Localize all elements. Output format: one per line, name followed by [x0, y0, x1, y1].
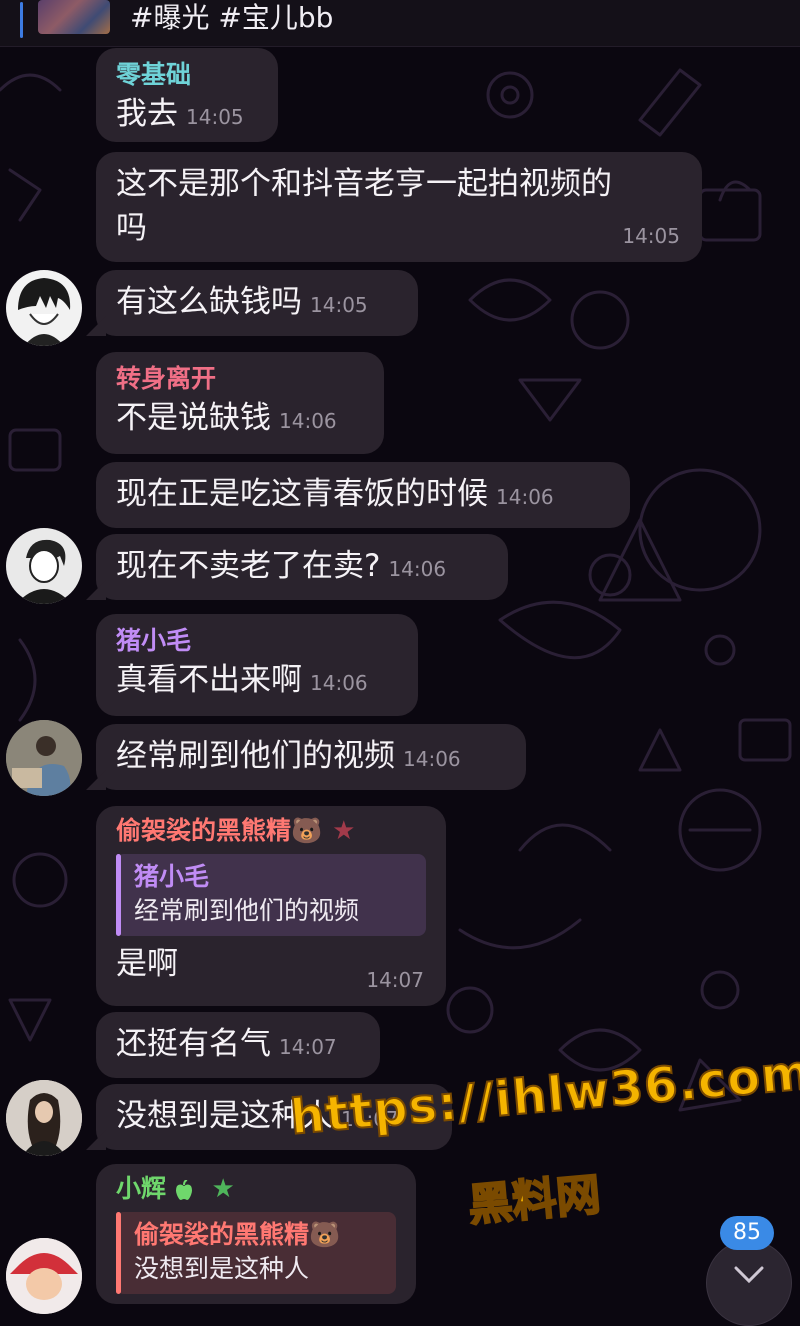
- star-badge-icon: ★: [332, 816, 356, 846]
- message-bubble[interactable]: 猪小毛 真看不出来啊 14:06: [96, 614, 418, 716]
- message-time: 14:06: [279, 409, 337, 433]
- message-bubble[interactable]: 零基础 我去 14:05: [96, 48, 278, 142]
- sender-name[interactable]: 零基础: [116, 58, 258, 92]
- sketch-portrait-avatar-icon: [16, 539, 72, 604]
- anime-boy-avatar-icon: [18, 278, 71, 346]
- message-bubble[interactable]: 现在不卖老了在卖? 14:06: [96, 534, 508, 600]
- message-bubble[interactable]: 转身离开 不是说缺钱 14:06: [96, 352, 384, 454]
- watermark: https://ihlw36.com 黑料网: [287, 1043, 800, 1240]
- message-time: 14:06: [496, 485, 554, 509]
- message-text-line2: 吗: [116, 210, 147, 246]
- message-text-line1: 这不是那个和抖音老亨一起拍视频的: [116, 166, 612, 202]
- message-text: 不是说缺钱: [116, 400, 271, 436]
- avatar[interactable]: [6, 270, 82, 346]
- star-badge-icon: ★: [211, 1174, 235, 1204]
- message-time: 14:05: [186, 105, 244, 129]
- message-text: 现在正是吃这青春饭的时候: [116, 476, 488, 512]
- sender-name[interactable]: 转身离开: [116, 362, 364, 396]
- reply-accent-bar: [116, 1212, 121, 1294]
- reply-text: 经常刷到他们的视频: [134, 896, 360, 925]
- avatar[interactable]: [6, 1238, 82, 1314]
- message-bubble[interactable]: 经常刷到他们的视频 14:06: [96, 724, 526, 790]
- message-text: 现在不卖老了在卖?: [116, 548, 381, 584]
- message-time: 14:06: [310, 671, 368, 695]
- pinned-title: #曝光 #宝儿bb: [130, 1, 334, 34]
- reply-text: 没想到是这种人: [134, 1254, 310, 1283]
- message-text: 还挺有名气: [116, 1026, 271, 1062]
- sender-name-text: 小辉: [116, 1174, 167, 1203]
- message-bubble[interactable]: 这不是那个和抖音老亨一起拍视频的 吗 14:05: [96, 152, 702, 262]
- watermark-name: 黑料网: [465, 1168, 603, 1232]
- message-bubble[interactable]: 偷袈裟的黑熊精🐻 ★ 猪小毛 经常刷到他们的视频 是啊 14:07: [96, 806, 446, 1006]
- cartoon-cap-avatar-icon: [6, 1238, 82, 1314]
- avatar[interactable]: [6, 720, 82, 796]
- message-time: 14:06: [388, 557, 447, 581]
- message-time: 14:07: [366, 968, 424, 992]
- message-time: 14:05: [622, 224, 680, 248]
- message-time: 14:07: [279, 1035, 337, 1059]
- sender-name[interactable]: 猪小毛: [116, 624, 398, 658]
- chevron-down-icon: [734, 1266, 764, 1284]
- sender-name[interactable]: 偷袈裟的黑熊精🐻 ★: [116, 814, 426, 848]
- reply-sender-name: 猪小毛: [134, 862, 210, 891]
- message-bubble[interactable]: 有这么缺钱吗 14:05: [96, 270, 418, 336]
- sender-name-text: 偷袈裟的黑熊精🐻: [116, 816, 323, 845]
- reply-accent-bar: [116, 854, 121, 936]
- pinned-accent-bar: [20, 2, 23, 38]
- scroll-down-button[interactable]: [706, 1240, 792, 1326]
- woman-photo-avatar-icon: [6, 1080, 82, 1156]
- unread-count-badge[interactable]: 85: [720, 1216, 774, 1250]
- avatar[interactable]: [6, 528, 82, 604]
- message-text: 经常刷到他们的视频: [116, 738, 395, 774]
- message-text: 有这么缺钱吗: [116, 284, 302, 320]
- photo-avatar-icon: [6, 720, 82, 796]
- message-time: 14:06: [403, 747, 461, 771]
- reply-quote[interactable]: 猪小毛 经常刷到他们的视频: [116, 854, 426, 936]
- message-bubble[interactable]: 现在正是吃这青春饭的时候 14:06: [96, 462, 630, 528]
- avatar[interactable]: [6, 1080, 82, 1156]
- pinned-thumbnail[interactable]: [38, 0, 110, 34]
- message-text: 真看不出来啊: [116, 662, 302, 698]
- apple-icon: [175, 1179, 192, 1200]
- pinned-message-bar[interactable]: #曝光 #宝儿bb: [0, 0, 800, 47]
- message-bubble[interactable]: 还挺有名气 14:07: [96, 1012, 380, 1078]
- message-text: 我去: [116, 96, 178, 132]
- message-time: 14:05: [310, 293, 368, 317]
